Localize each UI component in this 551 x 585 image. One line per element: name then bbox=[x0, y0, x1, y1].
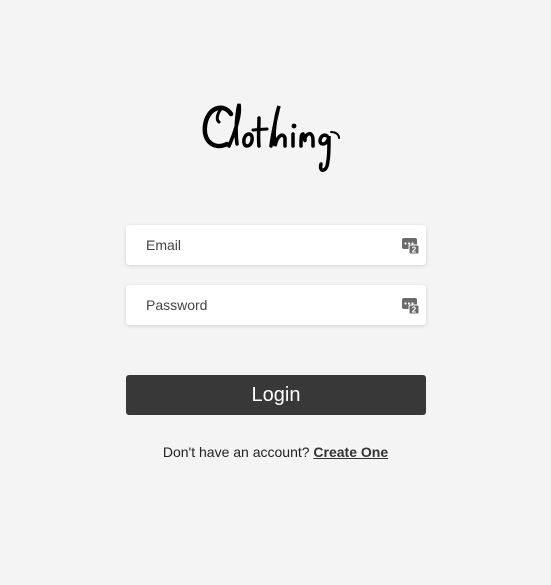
brand-logo bbox=[0, 92, 551, 176]
svg-text:2: 2 bbox=[412, 306, 417, 315]
password-manager-icon[interactable]: 2 bbox=[402, 235, 420, 255]
password-input[interactable] bbox=[126, 285, 426, 325]
signup-prompt-text: Don't have an account? bbox=[162, 444, 310, 460]
logo-wordmark bbox=[202, 103, 340, 172]
login-button[interactable]: Login bbox=[126, 375, 426, 415]
password-field[interactable]: 2 bbox=[126, 285, 426, 325]
password-manager-icon[interactable]: 2 bbox=[402, 295, 420, 315]
signup-prompt: Don't have an account? Create One bbox=[0, 444, 551, 460]
create-account-link[interactable]: Create One bbox=[313, 444, 388, 460]
email-input[interactable] bbox=[126, 225, 426, 265]
email-field[interactable]: 2 bbox=[126, 225, 426, 265]
svg-text:2: 2 bbox=[412, 246, 417, 255]
